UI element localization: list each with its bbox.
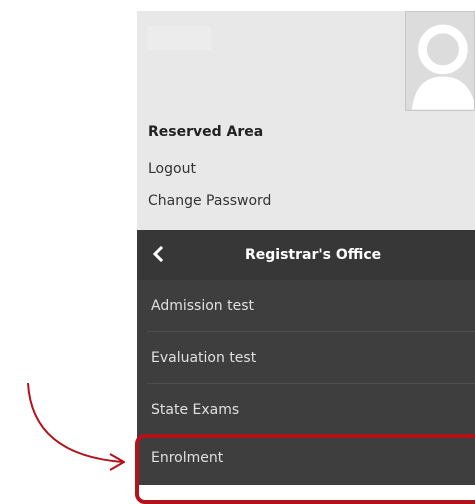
side-menu: Registrar's Office Admission test Evalua…: [137, 230, 475, 485]
chevron-left-icon[interactable]: [149, 244, 169, 264]
user-name-placeholder: [147, 26, 211, 50]
menu-item-state-exams[interactable]: State Exams: [137, 385, 475, 436]
user-profile-area: Reserved Area Logout Change Password: [137, 11, 475, 230]
change-password-link[interactable]: Change Password: [148, 193, 271, 209]
menu-title: Registrar's Office: [245, 247, 382, 263]
logout-link[interactable]: Logout: [148, 161, 196, 177]
reserved-area-heading: Reserved Area: [148, 124, 264, 140]
menu-item-admission-test[interactable]: Admission test: [137, 281, 475, 332]
menu-header: Registrar's Office: [137, 230, 475, 280]
menu-item-label: Enrolment: [151, 450, 224, 466]
menu-item-evaluation-test[interactable]: Evaluation test: [137, 333, 475, 384]
sidebar-panel: Reserved Area Logout Change Password Reg…: [137, 11, 475, 485]
user-avatar-icon: [405, 11, 475, 111]
menu-item-enrolment[interactable]: Enrolment: [137, 433, 475, 484]
menu-item-label: Admission test: [151, 298, 254, 314]
menu-item-label: State Exams: [151, 402, 240, 418]
menu-item-label: Evaluation test: [151, 350, 257, 366]
